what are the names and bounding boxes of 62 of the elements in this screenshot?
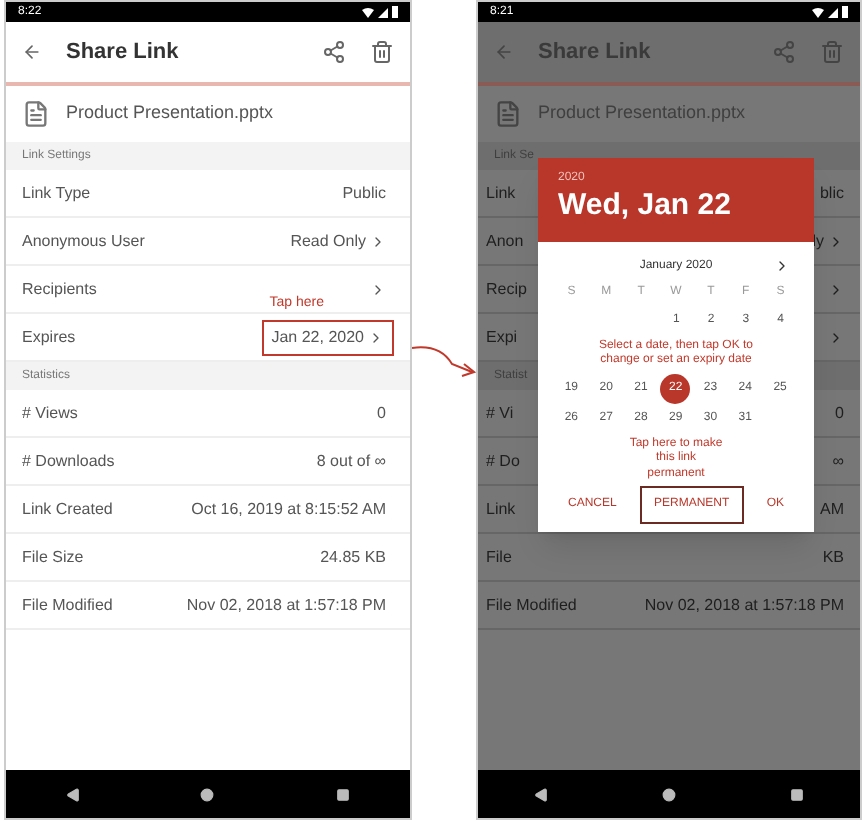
recents-nav-icon[interactable] [335, 787, 350, 801]
row-value: Nov 02, 2018 at 1:57:18 PM [186, 593, 386, 617]
row-value: 24.85 KB [320, 545, 386, 569]
screen-title: Share Link [66, 37, 181, 68]
row-value: ly [812, 229, 824, 253]
annotation-arrow [412, 340, 476, 380]
chevron-icon[interactable] [368, 329, 384, 345]
chevron-icon[interactable] [828, 329, 844, 345]
row-label: # Views [22, 401, 78, 425]
signal-icon [378, 7, 388, 17]
recents-nav-icon[interactable] [789, 787, 804, 801]
row-value: Nov 02, 2018 at 1:57:18 PM [644, 593, 844, 617]
row-value: KB [822, 545, 844, 569]
row-label: Link [486, 497, 516, 521]
wifi-icon [362, 7, 374, 17]
row-label: Link Created [22, 497, 113, 521]
battery-icon [392, 6, 398, 18]
row-label: File [486, 545, 512, 569]
row-value: blic [819, 181, 844, 205]
selected-date-text: Wed, Jan 22 [558, 188, 733, 226]
home-nav-icon[interactable] [661, 787, 676, 801]
row-value: Oct 16, 2019 at 8:15:52 AM [191, 497, 386, 521]
file-icon [22, 100, 50, 128]
row-label: # Vi [486, 401, 514, 425]
back-nav-icon[interactable] [66, 787, 81, 801]
trash-icon[interactable] [370, 40, 394, 64]
row-value: Jan 22, 2020 [271, 325, 364, 349]
file-name: Product Presentation.pptx [538, 100, 746, 127]
row-value: Public [342, 181, 386, 205]
chevron-icon[interactable] [828, 281, 844, 297]
signal-icon [828, 7, 838, 17]
row-label: Recipients [22, 277, 97, 301]
row-label: Expires [22, 325, 76, 349]
row-value: AM [820, 497, 844, 521]
row-label: File Modified [22, 593, 113, 617]
row-value: ∞ [832, 449, 844, 473]
row-label: Anonymous User [22, 229, 145, 253]
row-value: 0 [377, 401, 386, 425]
row-label: Recip [486, 277, 527, 301]
row-label: Link [486, 181, 516, 205]
row-value: 0 [835, 401, 844, 425]
row-label: Expi [486, 325, 518, 349]
row-label: File Modified [486, 593, 577, 617]
wifi-icon [812, 7, 824, 17]
row-value: 8 out of ∞ [316, 449, 386, 473]
battery-icon [842, 6, 848, 18]
chevron-icon[interactable] [828, 233, 844, 249]
chevron-icon[interactable] [370, 281, 386, 297]
back-icon[interactable] [22, 42, 42, 62]
next-month-icon[interactable] [774, 258, 790, 275]
back-nav-icon[interactable] [534, 787, 549, 801]
share-icon[interactable] [322, 40, 346, 64]
row-value: Read Only [290, 229, 366, 253]
row-label: Link Type [22, 181, 91, 205]
file-name: Product Presentation.pptx [66, 100, 274, 127]
file-icon [494, 100, 522, 128]
row-label: # Do [486, 449, 520, 473]
chevron-icon[interactable] [370, 233, 386, 249]
home-nav-icon[interactable] [200, 787, 215, 801]
row-label: File Size [22, 545, 84, 569]
row-label: Anon [486, 229, 524, 253]
row-label: # Downloads [22, 449, 115, 473]
